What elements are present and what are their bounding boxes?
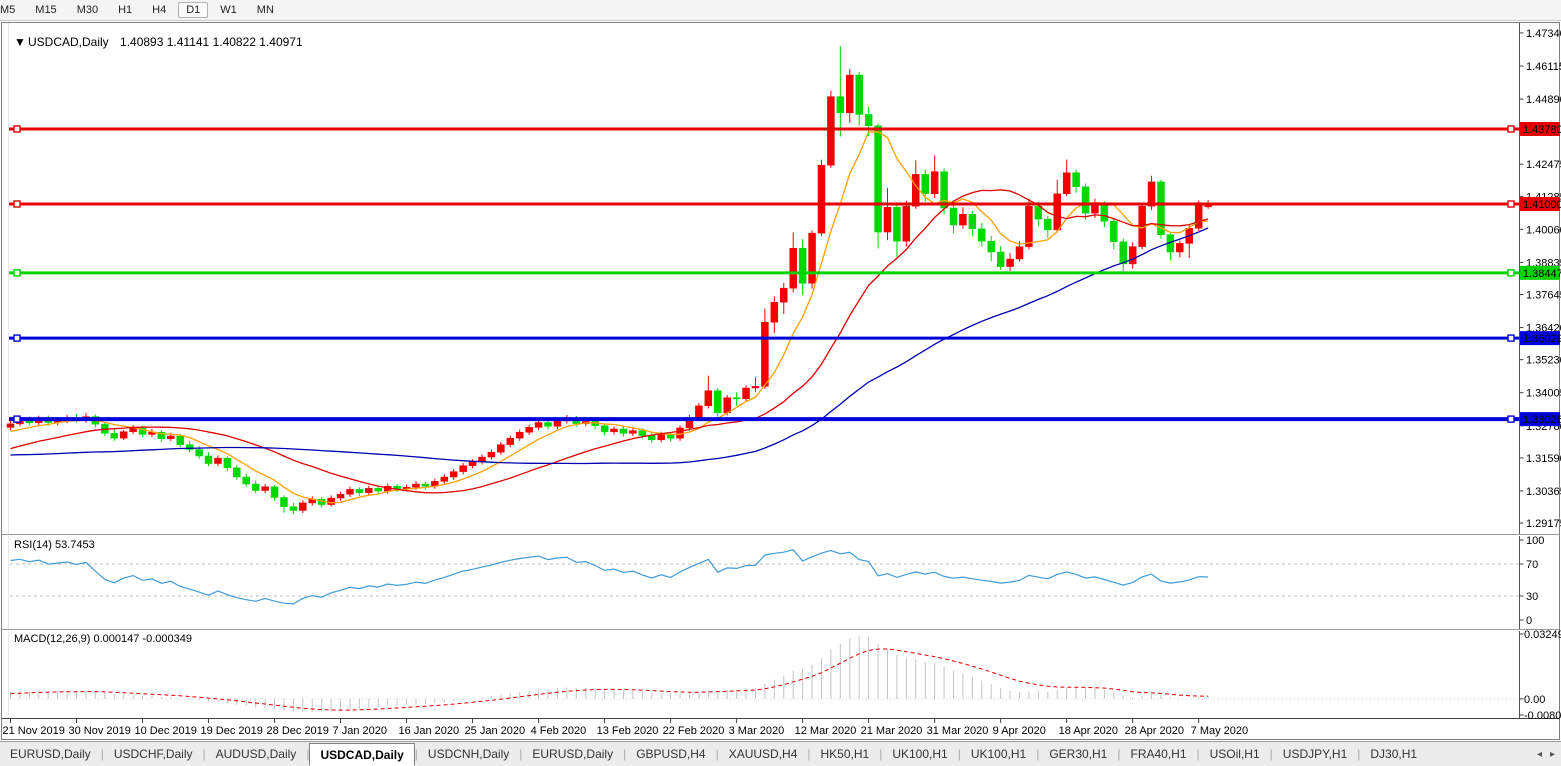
svg-text:1.31590: 1.31590	[1526, 453, 1561, 465]
svg-text:1.38447: 1.38447	[1523, 268, 1561, 280]
hline-handle[interactable]	[14, 416, 20, 422]
svg-text:70: 70	[1526, 559, 1538, 571]
svg-text:1.34005: 1.34005	[1526, 388, 1561, 400]
tab-uk100-h1[interactable]: UK100,H1	[882, 742, 957, 766]
tab-usoil-h1[interactable]: USOil,H1	[1200, 742, 1270, 766]
hline-handle[interactable]	[1508, 335, 1514, 341]
svg-text:4 Feb 2020: 4 Feb 2020	[531, 725, 587, 737]
rsi-title: RSI(14) 53.7453	[14, 539, 95, 551]
period-button-h1[interactable]: H1	[110, 2, 140, 18]
svg-text:30: 30	[1526, 591, 1538, 603]
tab-gbpusd-h4[interactable]: GBPUSD,H4	[626, 742, 715, 766]
svg-text:USDCAD,Daily 1.40893 1: USDCAD,Daily 1.40893 1.41141 1.40822 1.4…	[28, 35, 303, 49]
svg-text:100: 100	[1526, 535, 1544, 547]
svg-text:7 Jan 2020: 7 Jan 2020	[333, 725, 387, 737]
svg-text:1.33026: 1.33026	[1523, 414, 1561, 426]
svg-text:9 Apr 2020: 9 Apr 2020	[993, 725, 1046, 737]
hline-handle[interactable]	[1508, 270, 1514, 276]
period-button-m30[interactable]: M30	[69, 2, 106, 18]
svg-text:18 Apr 2020: 18 Apr 2020	[1059, 725, 1118, 737]
chart-title-symbol: USDCAD,Daily	[28, 35, 109, 49]
tab-eurusd-daily[interactable]: EURUSD,Daily	[0, 742, 101, 766]
chart-tab-bar: EURUSD,Daily|USDCHF,Daily|AUDUSD,Daily|U…	[0, 741, 1561, 766]
hline-handle[interactable]	[14, 126, 20, 132]
tab-ger30-h1[interactable]: GER30,H1	[1039, 742, 1117, 766]
svg-text:1.36029: 1.36029	[1523, 333, 1561, 345]
svg-text:28 Dec 2019: 28 Dec 2019	[267, 725, 329, 737]
svg-text:7 May 2020: 7 May 2020	[1191, 725, 1248, 737]
svg-text:1.40060: 1.40060	[1526, 224, 1561, 236]
collapse-triangle-icon[interactable]: ▼	[14, 35, 26, 49]
hline-handle[interactable]	[14, 201, 20, 207]
tab-usdcad-daily[interactable]: USDCAD,Daily	[309, 743, 414, 766]
tab-usdjpy-h1[interactable]: USDJPY,H1	[1273, 742, 1357, 766]
svg-text:1.29175: 1.29175	[1526, 518, 1561, 530]
price-badge-1-43780: 1.43780	[1520, 122, 1561, 136]
period-button-m5[interactable]: M5	[0, 2, 23, 18]
period-button-mn[interactable]: MN	[249, 2, 282, 18]
svg-text:1.47340: 1.47340	[1526, 28, 1561, 40]
tab-scroll-left-icon[interactable]: ◂	[1537, 749, 1542, 760]
svg-text:19 Dec 2019: 19 Dec 2019	[201, 725, 263, 737]
svg-text:0.00: 0.00	[1524, 694, 1545, 706]
tab-usdchf-daily[interactable]: USDCHF,Daily	[104, 742, 203, 766]
svg-text:31 Mar 2020: 31 Mar 2020	[927, 725, 989, 737]
svg-text:1.43780: 1.43780	[1523, 124, 1561, 136]
svg-text:22 Feb 2020: 22 Feb 2020	[663, 725, 725, 737]
tab-scroll-right-icon[interactable]: ▸	[1550, 749, 1555, 760]
price-badge-1-33026: 1.33026	[1520, 412, 1561, 426]
svg-text:1.35230: 1.35230	[1526, 355, 1561, 367]
tab-fra40-h1[interactable]: FRA40,H1	[1120, 742, 1196, 766]
period-button-h4[interactable]: H4	[144, 2, 174, 18]
svg-text:0: 0	[1526, 615, 1532, 627]
svg-text:0.032493: 0.032493	[1524, 629, 1561, 641]
svg-text:25 Jan 2020: 25 Jan 2020	[465, 725, 526, 737]
svg-text:12 Mar 2020: 12 Mar 2020	[795, 725, 857, 737]
svg-text:1.44890: 1.44890	[1526, 94, 1561, 106]
chart-title: ▼ USDCAD,Daily 1.40893 1.41141 1.40822 1…	[14, 35, 303, 49]
svg-text:21 Nov 2019: 21 Nov 2019	[3, 725, 65, 737]
price-badge-1-38447: 1.38447	[1520, 266, 1561, 280]
tab-usdcnh-daily[interactable]: USDCNH,Daily	[418, 742, 519, 766]
tab-dj30-h1[interactable]: DJ30,H1	[1360, 742, 1427, 766]
tab-hk50-h1[interactable]: HK50,H1	[811, 742, 880, 766]
hline-handle[interactable]	[1508, 126, 1514, 132]
svg-text:21 Mar 2020: 21 Mar 2020	[861, 725, 923, 737]
hline-handle[interactable]	[14, 270, 20, 276]
tab-eurusd-daily[interactable]: EURUSD,Daily	[522, 742, 623, 766]
period-toolbar: M5M15 M30H1H4D1W1MN	[0, 0, 1561, 21]
svg-text:1.46115: 1.46115	[1526, 61, 1561, 73]
hline-handle[interactable]	[14, 335, 20, 341]
chart-window: 1.473401.461151.448901.424751.412851.400…	[0, 21, 1561, 741]
tab-audusd-daily[interactable]: AUDUSD,Daily	[206, 742, 307, 766]
price-badge-1-36029: 1.36029	[1520, 331, 1561, 345]
chart-title-ohlc: 1.40893 1.41141 1.40822 1.40971	[120, 35, 303, 49]
svg-text:13 Feb 2020: 13 Feb 2020	[597, 725, 659, 737]
period-button-m15[interactable]: M15	[27, 2, 64, 18]
macd-title: MACD(12,26,9) 0.000147 -0.000349	[14, 633, 192, 645]
svg-text:3 Mar 2020: 3 Mar 2020	[729, 725, 785, 737]
period-button-d1[interactable]: D1	[178, 2, 208, 18]
hline-handle[interactable]	[1508, 201, 1514, 207]
svg-text:-0.00808: -0.00808	[1524, 710, 1561, 722]
tab-uk100-h1[interactable]: UK100,H1	[961, 742, 1036, 766]
svg-text:16 Jan 2020: 16 Jan 2020	[399, 725, 460, 737]
svg-text:10 Dec 2019: 10 Dec 2019	[135, 725, 197, 737]
svg-text:1.30365: 1.30365	[1526, 486, 1561, 498]
svg-text:30 Nov 2019: 30 Nov 2019	[69, 725, 131, 737]
tab-scroll-arrows: ◂ ▸	[1537, 742, 1555, 766]
period-button-w1[interactable]: W1	[212, 2, 245, 18]
svg-text:28 Apr 2020: 28 Apr 2020	[1125, 725, 1184, 737]
hline-handle[interactable]	[1508, 416, 1514, 422]
tab-xauusd-h4[interactable]: XAUUSD,H4	[719, 742, 808, 766]
svg-text:1.41000: 1.41000	[1523, 199, 1561, 211]
svg-text:1.42475: 1.42475	[1526, 159, 1561, 171]
price-badge-1-41000: 1.41000	[1520, 197, 1561, 211]
svg-text:1.37645: 1.37645	[1526, 290, 1561, 302]
